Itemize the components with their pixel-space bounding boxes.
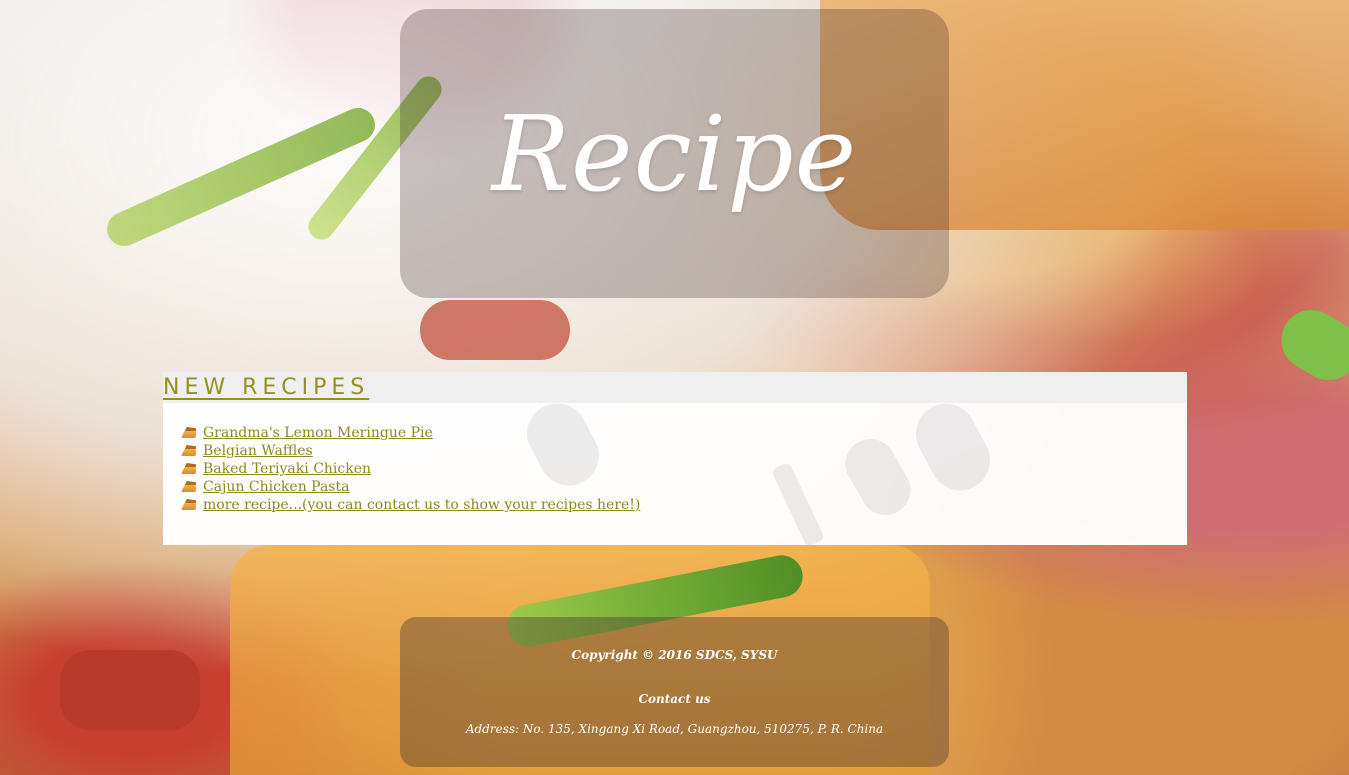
new-recipes-header: NEW RECIPES — [163, 372, 1187, 403]
background-scallion — [1270, 299, 1349, 391]
recipe-link-belgian-waffles[interactable]: Belgian Waffles — [203, 443, 313, 459]
list-item: Baked Teriyaki Chicken — [181, 460, 1187, 478]
new-recipes-heading[interactable]: NEW RECIPES — [163, 375, 369, 400]
site-title: Recipe — [491, 92, 858, 215]
title-panel: Recipe — [400, 9, 949, 298]
list-item: more recipe...(you can contact us to sho… — [181, 496, 1187, 514]
pie-icon — [181, 427, 196, 439]
pie-icon — [181, 445, 196, 457]
background-bacon — [420, 300, 570, 360]
list-item: Belgian Waffles — [181, 442, 1187, 460]
new-recipes-section: NEW RECIPES Grandma's Lemon Meringue Pie… — [163, 372, 1187, 548]
pie-icon — [181, 481, 196, 493]
more-recipes-link[interactable]: more recipe...(you can contact us to sho… — [203, 497, 640, 513]
pie-icon — [181, 463, 196, 475]
recipe-link-baked-teriyaki-chicken[interactable]: Baked Teriyaki Chicken — [203, 461, 371, 477]
pie-icon — [181, 499, 196, 511]
address-text: Address: No. 135, Xingang Xi Road, Guang… — [465, 722, 884, 736]
contact-us-link[interactable]: Contact us — [400, 692, 949, 706]
recipe-link-lemon-meringue-pie[interactable]: Grandma's Lemon Meringue Pie — [203, 425, 433, 441]
recipe-link-cajun-chicken-pasta[interactable]: Cajun Chicken Pasta — [203, 479, 349, 495]
background-bacon — [60, 650, 200, 730]
recipe-list: Grandma's Lemon Meringue Pie Belgian Waf… — [163, 403, 1187, 514]
list-item: Grandma's Lemon Meringue Pie — [181, 424, 1187, 442]
footer-panel: Copyright © 2016 SDCS, SYSU Contact us A… — [400, 617, 949, 767]
copyright-text: Copyright © 2016 SDCS, SYSU — [571, 648, 778, 662]
background-scallion — [101, 102, 381, 252]
list-item: Cajun Chicken Pasta — [181, 478, 1187, 496]
